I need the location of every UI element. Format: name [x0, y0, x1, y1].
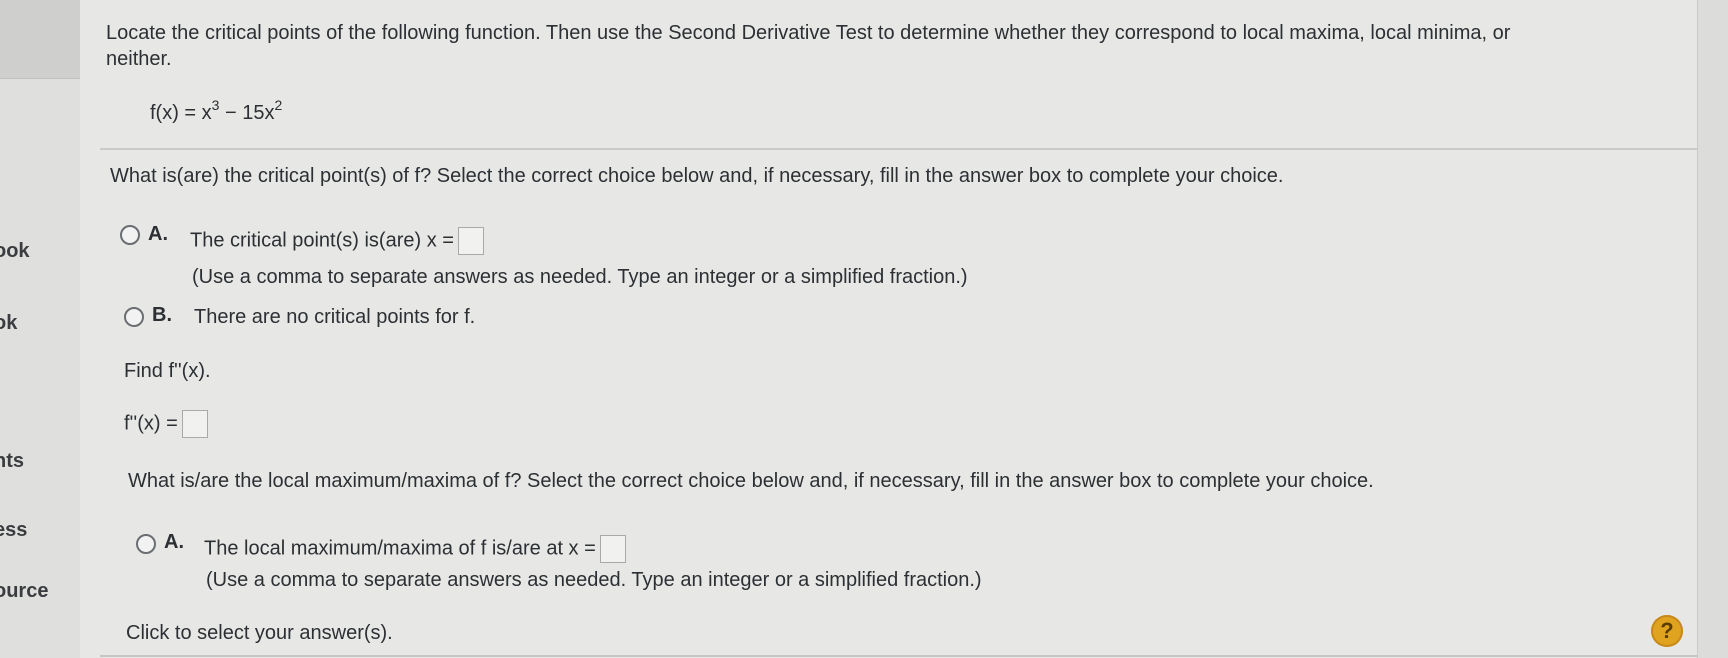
part1-option-a-hint: (Use a comma to separate answers as need… — [192, 266, 968, 288]
part1-option-a: The critical point(s) is(are) x = — [190, 227, 484, 255]
part3-option-a-letter: A. — [164, 531, 184, 553]
part3-option-a-hint: (Use a comma to separate answers as need… — [206, 569, 982, 591]
sidebar-item-hints[interactable]: nts — [0, 450, 24, 473]
part1-option-a-text: The critical point(s) is(are) x = — [190, 229, 454, 252]
part3-option-a-text: The local maximum/maxima of f is/are at … — [204, 537, 596, 560]
question-panel: Locate the critical points of the follow… — [80, 0, 1728, 658]
critical-points-answer-box[interactable] — [457, 227, 484, 255]
part1-option-a-letter: A. — [148, 223, 168, 245]
sidebar-item-access[interactable]: ess — [0, 519, 27, 542]
local-max-answer-box[interactable] — [599, 535, 626, 563]
sidebar-header — [0, 0, 80, 79]
part2-answer-row: f''(x) = — [124, 410, 208, 438]
second-derivative-answer-box[interactable] — [181, 410, 208, 438]
part3-option-a: The local maximum/maxima of f is/are at … — [204, 535, 626, 563]
help-icon[interactable]: ? — [1651, 615, 1683, 647]
section-divider — [100, 148, 1708, 150]
part3-option-a-radio[interactable] — [136, 534, 156, 554]
status-text: Click to select your answer(s). — [126, 622, 393, 644]
part1-option-a-radio[interactable] — [120, 225, 140, 245]
sidebar: ook ok nts ess ource — [0, 0, 81, 658]
sidebar-item-resource[interactable]: ource — [0, 580, 48, 603]
function-definition: f(x) = x3 − 15x2 — [150, 97, 282, 125]
part1-prompt: What is(are) the critical point(s) of f?… — [110, 165, 1284, 187]
part2-lhs: f''(x) = — [124, 412, 178, 435]
function-exponent-3: 3 — [211, 97, 220, 113]
part3-prompt: What is/are the local maximum/maxima of … — [128, 470, 1374, 492]
footer-divider — [100, 655, 1708, 657]
function-lhs: f(x) = x — [150, 102, 212, 124]
sidebar-item-textbook[interactable]: ok — [0, 312, 17, 335]
part1-option-b-text: There are no critical points for f. — [194, 306, 476, 328]
right-scroll-area — [1697, 0, 1728, 658]
part1-option-b-letter: B. — [152, 304, 172, 326]
part1-option-b-radio[interactable] — [124, 307, 144, 327]
function-middle: − 15x — [219, 102, 275, 124]
function-exponent-2: 2 — [274, 97, 283, 113]
instruction-line-1: Locate the critical points of the follow… — [106, 22, 1511, 44]
part2-prompt: Find f''(x). — [124, 360, 211, 382]
sidebar-item-ebook[interactable]: ook — [0, 240, 30, 263]
instruction-line-2: neither. — [106, 48, 172, 70]
